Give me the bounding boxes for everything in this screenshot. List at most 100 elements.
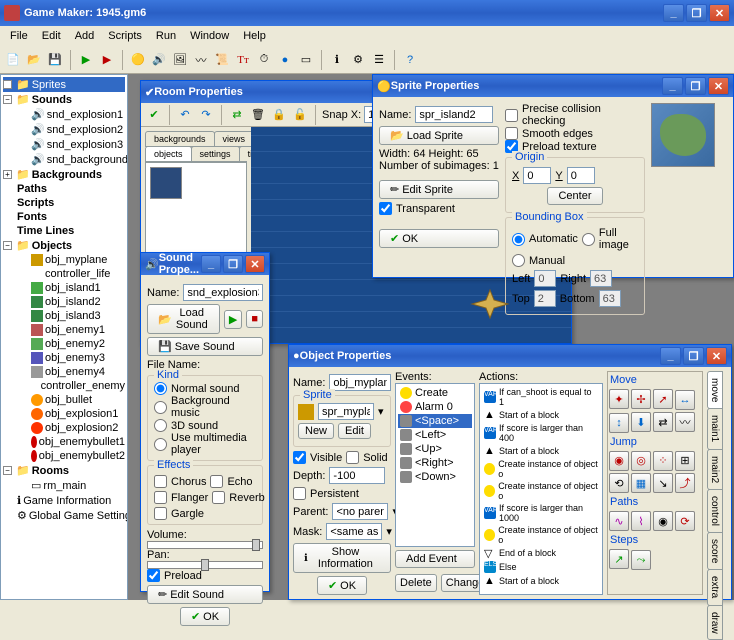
sound-close-button[interactable]: ✕: [245, 255, 265, 273]
tree-fonts[interactable]: Fonts: [3, 210, 125, 224]
select-icon[interactable]: ☰: [370, 51, 388, 69]
tree-obj-item[interactable]: obj_enemy4: [3, 365, 125, 379]
action-item[interactable]: VARIf score is larger than 400: [482, 422, 600, 444]
vtab-main1[interactable]: main1: [707, 408, 723, 449]
tree-obj-item[interactable]: obj_enemybullet2: [3, 449, 125, 463]
center-button[interactable]: Center: [547, 187, 602, 205]
add-font-icon[interactable]: Tт: [234, 51, 252, 69]
event-item[interactable]: <Left>: [398, 428, 472, 442]
add-script-icon[interactable]: 📜: [213, 51, 231, 69]
load-sprite-button[interactable]: 📂 Load Sprite: [379, 126, 499, 145]
vtab-main2[interactable]: main2: [707, 449, 723, 490]
room-lock-icon[interactable]: 🔒: [270, 106, 288, 124]
tree-sounds[interactable]: −📁 Sounds: [3, 92, 125, 107]
tab-backgrounds[interactable]: backgrounds: [145, 131, 215, 146]
action-item[interactable]: Create instance of object o: [482, 480, 600, 502]
menu-help[interactable]: Help: [237, 28, 272, 44]
transparent-check[interactable]: Transparent: [379, 202, 499, 215]
help-icon[interactable]: ?: [401, 51, 419, 69]
room-unlock-icon[interactable]: 🔓: [291, 106, 309, 124]
tree-paths[interactable]: Paths: [3, 182, 125, 196]
action-jump-start-icon[interactable]: ◎: [631, 451, 651, 471]
maximize-button[interactable]: ❐: [686, 4, 707, 22]
action-wrap-icon[interactable]: ⟲: [609, 473, 629, 493]
action-reverse-h-icon[interactable]: ⇄: [653, 412, 673, 432]
tree-gameinfo[interactable]: ℹ Game Information: [3, 493, 125, 508]
action-move-contact-icon[interactable]: ↘: [653, 473, 673, 493]
action-speed-v-icon[interactable]: ↕: [609, 413, 629, 433]
tree-obj-item[interactable]: controller_enemy: [3, 379, 125, 393]
tree-rooms[interactable]: −📁 Rooms: [3, 463, 125, 478]
save-icon[interactable]: 💾: [46, 51, 64, 69]
sprite-menu-icon[interactable]: ▾: [378, 405, 384, 418]
stop-sound-button[interactable]: ■: [246, 310, 263, 328]
fx-flanger-check[interactable]: Flanger: [154, 491, 208, 504]
kind-normal-radio[interactable]: Normal sound: [154, 382, 256, 395]
action-path-end-icon[interactable]: ⌇: [631, 511, 651, 531]
tab-views[interactable]: views: [214, 131, 255, 146]
close-button[interactable]: ✕: [709, 4, 730, 22]
object-max-button[interactable]: ❐: [683, 347, 704, 365]
pan-slider[interactable]: [147, 561, 263, 569]
actions-list[interactable]: VARIf can_shoot is equal to 1 ▲Start of …: [479, 383, 603, 595]
room-clear-icon[interactable]: 🗑: [249, 106, 267, 124]
action-step-towards-icon[interactable]: ↗: [609, 549, 629, 569]
tree-obj-item[interactable]: obj_explosion2: [3, 421, 125, 435]
add-event-button[interactable]: Add Event: [395, 550, 475, 568]
sound-ok-button[interactable]: ✔OK: [180, 607, 230, 626]
action-speed-h-icon[interactable]: ↔: [675, 390, 695, 410]
events-list[interactable]: Create Alarm 0 <Space> <Left> <Up> <Righ…: [395, 383, 475, 547]
fx-reverb-check[interactable]: Reverb: [212, 491, 264, 504]
add-sprite-icon[interactable]: 🟡: [129, 51, 147, 69]
tree-snd-item[interactable]: 🔊 snd_background: [3, 152, 125, 167]
vtab-extra[interactable]: extra: [707, 569, 723, 605]
run-icon[interactable]: ▶: [77, 51, 95, 69]
sprite-name-input[interactable]: [415, 106, 493, 123]
room-ok-icon[interactable]: ✔: [145, 106, 163, 124]
visible-check[interactable]: Visible: [293, 451, 342, 464]
room-redo-icon[interactable]: ↷: [197, 106, 215, 124]
settings-icon[interactable]: ⚙: [349, 51, 367, 69]
room-object-preview[interactable]: [150, 167, 182, 199]
kind-mm-radio[interactable]: Use multimedia player: [154, 432, 256, 456]
menu-file[interactable]: File: [4, 28, 34, 44]
object-min-button[interactable]: _: [660, 347, 681, 365]
vtab-draw[interactable]: draw: [707, 605, 723, 640]
sound-max-button[interactable]: ❐: [223, 255, 243, 273]
tree-obj-item[interactable]: obj_enemy1: [3, 323, 125, 337]
fx-gargle-check[interactable]: Gargle: [154, 507, 256, 520]
tree-scripts[interactable]: Scripts: [3, 196, 125, 210]
event-item[interactable]: <Right>: [398, 456, 472, 470]
action-bounce-icon[interactable]: ⤴: [675, 473, 695, 493]
kind-bg-radio[interactable]: Background music: [154, 395, 256, 419]
obj-ok-button[interactable]: ✔OK: [317, 576, 367, 595]
room-shift-icon[interactable]: ⇄: [228, 106, 246, 124]
mask-input[interactable]: [326, 523, 382, 540]
tree-timelines[interactable]: Time Lines: [3, 224, 125, 238]
action-move-free-icon[interactable]: ✢: [631, 389, 651, 409]
add-background-icon[interactable]: 🖼: [171, 51, 189, 69]
resource-tree[interactable]: +📁 Sprites −📁 Sounds 🔊 snd_explosion1 🔊 …: [0, 74, 128, 600]
action-jump-pos-icon[interactable]: ◉: [609, 451, 629, 471]
oy-input[interactable]: [567, 167, 595, 184]
sprite-min-button[interactable]: _: [662, 77, 683, 95]
menu-add[interactable]: Add: [69, 28, 101, 44]
tree-obj-item[interactable]: obj_enemy2: [3, 337, 125, 351]
load-sound-button[interactable]: 📂 Load Sound: [147, 304, 220, 334]
object-close-button[interactable]: ✕: [706, 347, 727, 365]
sprite-new-button[interactable]: New: [298, 423, 334, 439]
bb-manual-radio[interactable]: Manual: [512, 254, 638, 267]
delete-event-button[interactable]: Delete: [395, 574, 437, 592]
play-sound-button[interactable]: ▶: [224, 310, 242, 329]
action-jump-random-icon[interactable]: ⁘: [653, 451, 673, 471]
bb-full-radio[interactable]: Full image: [582, 227, 638, 251]
action-step-avoid-icon[interactable]: ⤳: [631, 550, 651, 570]
edit-sound-button[interactable]: ✏ Edit Sound: [147, 585, 263, 604]
tree-snd-item[interactable]: 🔊 snd_explosion1: [3, 107, 125, 122]
action-item[interactable]: VARIf score is larger than 1000: [482, 502, 600, 524]
action-move-towards-icon[interactable]: ➚: [653, 389, 673, 409]
action-move-fixed-icon[interactable]: ✦: [609, 389, 629, 409]
obj-sprite-input[interactable]: [318, 403, 374, 420]
tree-obj-item[interactable]: controller_life: [3, 267, 125, 281]
room-undo-icon[interactable]: ↶: [176, 106, 194, 124]
